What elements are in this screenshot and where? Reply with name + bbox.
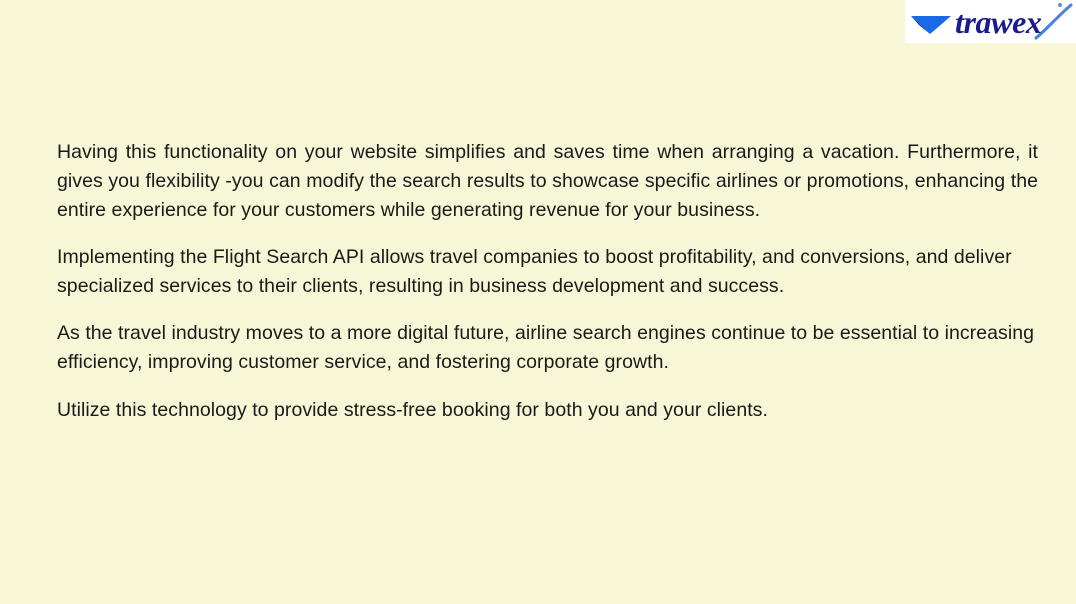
trawex-logo: trawex [905,0,1076,43]
paragraph-3: As the travel industry moves to a more d… [57,322,1034,373]
paragraph-4: Utilize this technology to provide stres… [57,399,768,421]
swoosh-dot-icon [1057,2,1063,8]
paragraph-2: Implementing the Flight Search API allow… [57,246,1012,297]
paragraph-1: Having this functionality on your websit… [57,141,1038,221]
trawex-logo-graphic: trawex [911,2,1073,40]
body-content: Having this functionality on your websit… [57,138,1038,425]
logo-wordmark: trawex [955,4,1042,40]
slide-canvas: trawex Having this functionality on your… [0,0,1076,604]
paper-plane-icon [911,16,951,34]
logo-inner: trawex [905,0,1076,43]
